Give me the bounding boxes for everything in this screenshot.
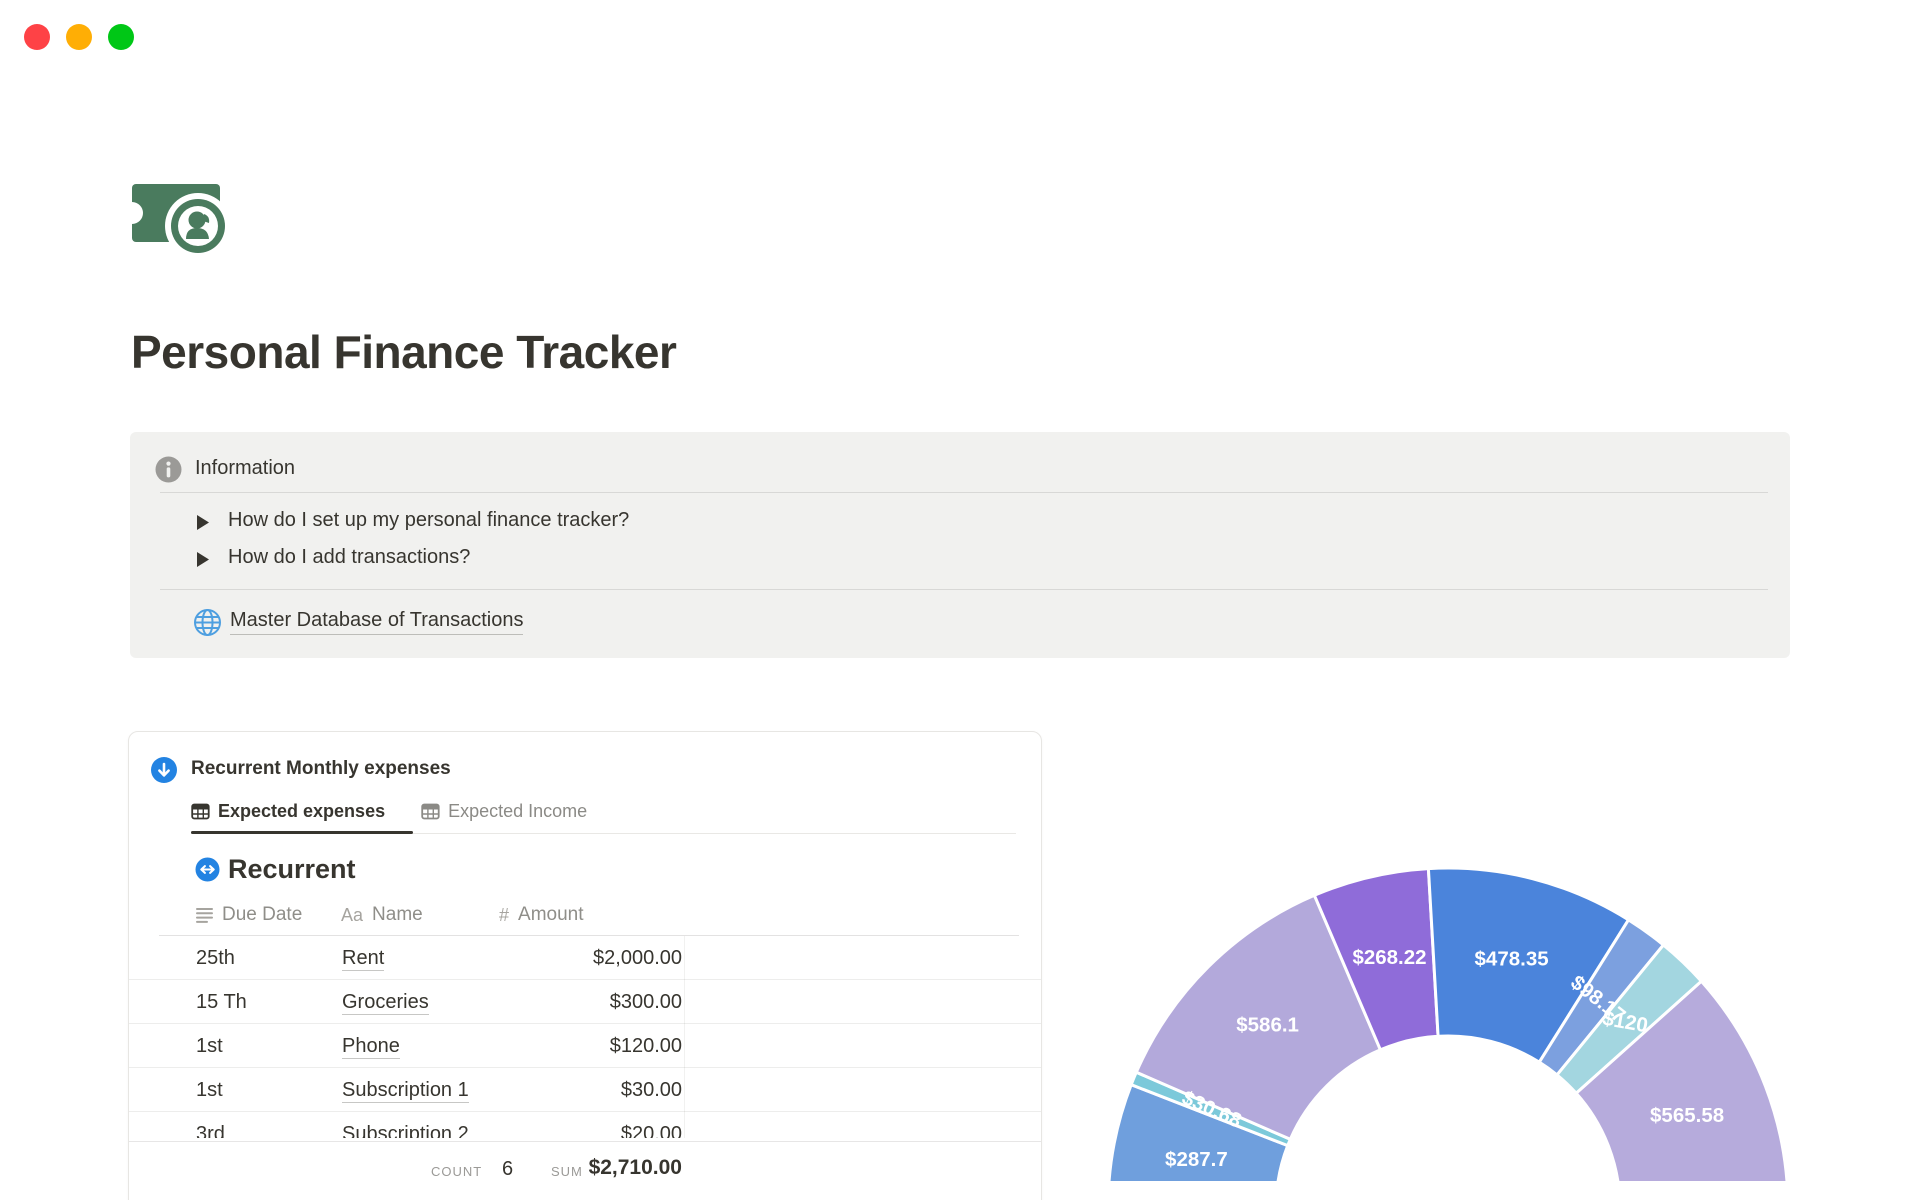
page-title[interactable]: Personal Finance Tracker: [131, 325, 677, 379]
table-row[interactable]: 15 Th Groceries $300.00: [129, 980, 1041, 1024]
table-row[interactable]: 25th Rent $2,000.00: [129, 936, 1041, 980]
due-date-cell[interactable]: 15 Th: [196, 980, 247, 1024]
toggle-setup-question[interactable]: How do I set up my personal finance trac…: [130, 506, 1790, 542]
amount-cell[interactable]: $20.00: [501, 1112, 682, 1138]
due-date-cell[interactable]: 1st: [196, 1024, 223, 1068]
callout-header: Information: [195, 457, 296, 479]
name-cell[interactable]: Subscription 1: [342, 1068, 469, 1112]
select-icon: [196, 908, 213, 923]
column-divider: [684, 936, 685, 1138]
amount-cell[interactable]: $30.00: [501, 1068, 682, 1112]
view-tabs: Expected expenses Expected Income: [191, 789, 587, 833]
chart-segment-label: $478.35: [1475, 947, 1549, 970]
chart-segment-label: $287.7: [1165, 1148, 1228, 1171]
name-cell[interactable]: Phone: [342, 1024, 400, 1068]
column-header-due-date[interactable]: Due Date: [196, 904, 302, 926]
count-value[interactable]: 6: [502, 1158, 513, 1181]
notion-window: Personal Finance Tracker Information How…: [0, 0, 1920, 1200]
chart-segment-label: $268.22: [1352, 946, 1426, 969]
table-body: 25th Rent $2,000.00 15 Th Groceries $300.00 1s…: [129, 936, 1041, 1138]
money-with-face-icon[interactable]: [130, 170, 240, 262]
due-date-cell[interactable]: 25th: [196, 936, 235, 980]
card-title: Recurrent Monthly expenses: [191, 758, 451, 779]
column-header-name[interactable]: Aa Name: [341, 904, 423, 926]
window-controls: [24, 24, 134, 50]
close-window-button[interactable]: [24, 24, 50, 50]
count-label[interactable]: COUNT: [431, 1164, 482, 1179]
divider: [160, 492, 1768, 493]
active-tab-underline: [191, 831, 413, 834]
amount-cell[interactable]: $300.00: [501, 980, 682, 1024]
zoom-window-button[interactable]: [108, 24, 134, 50]
sum-value[interactable]: $2,710.00: [561, 1156, 682, 1180]
master-database-link-row: Master Database of Transactions: [130, 604, 1790, 644]
name-cell[interactable]: Subscription 2: [342, 1112, 469, 1138]
toggle-arrow-icon[interactable]: [196, 515, 209, 530]
table-footer: COUNT 6 SUM $2,710.00: [129, 1141, 1041, 1200]
title-icon: Aa: [341, 904, 364, 925]
divider: [160, 589, 1768, 590]
expenses-donut-chart[interactable]: $287.7$30.68$586.1$268.22 $478.35$98.17$1…: [1040, 820, 1860, 1181]
name-cell[interactable]: Rent: [342, 936, 385, 980]
chart-segment-label: $586.1: [1236, 1014, 1299, 1037]
recurrent-expenses-card: Recurrent Monthly expenses Expected expe…: [128, 731, 1042, 1200]
minimize-window-button[interactable]: [66, 24, 92, 50]
amount-cell[interactable]: $2,000.00: [501, 936, 682, 980]
recurring-arrows-icon: [195, 857, 220, 882]
tab-expected-expenses[interactable]: Expected expenses: [191, 789, 385, 833]
info-icon: [155, 456, 182, 483]
toggle-add-transactions-question[interactable]: How do I add transactions?: [130, 543, 1790, 579]
toggle-arrow-icon[interactable]: [196, 552, 209, 567]
arrow-down-circle-icon[interactable]: [150, 756, 178, 784]
due-date-cell[interactable]: 1st: [196, 1068, 223, 1112]
table-view-icon: [191, 803, 210, 819]
globe-icon: [194, 609, 221, 636]
table-row[interactable]: 1st Phone $120.00: [129, 1024, 1041, 1068]
database-section-title[interactable]: Recurrent: [228, 854, 356, 885]
due-date-cell[interactable]: 3rd: [196, 1112, 225, 1138]
amount-cell[interactable]: $120.00: [501, 1024, 682, 1068]
table-header-row: Due Date Aa Name # Amount: [129, 900, 1041, 935]
table-row[interactable]: 3rd Subscription 2 $20.00: [129, 1112, 1041, 1138]
information-callout: Information How do I set up my personal …: [130, 432, 1790, 658]
column-header-amount[interactable]: # Amount: [499, 904, 584, 926]
table-row[interactable]: 1st Subscription 1 $30.00: [129, 1068, 1041, 1112]
chart-segment-label: $565.58: [1650, 1104, 1724, 1127]
number-icon: #: [499, 904, 510, 925]
master-database-link[interactable]: Master Database of Transactions: [230, 609, 524, 635]
table-view-icon: [421, 803, 440, 819]
tab-expected-income[interactable]: Expected Income: [421, 789, 587, 833]
name-cell[interactable]: Groceries: [342, 980, 429, 1024]
